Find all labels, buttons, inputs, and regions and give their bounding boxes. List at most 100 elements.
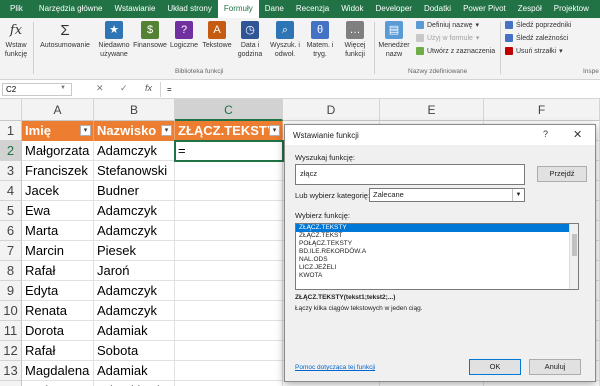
table-cell[interactable]: Magdalena: [22, 361, 94, 381]
scrollbar-thumb[interactable]: [572, 234, 577, 256]
define-name-button[interactable]: Definiuj nazwę ▾: [416, 21, 479, 29]
tab-developer[interactable]: Developer: [369, 0, 417, 18]
table-cell[interactable]: Renata: [22, 301, 94, 321]
trace-precedents-button[interactable]: Śledź poprzedniki: [505, 21, 571, 29]
logical-button[interactable]: ? Logiczne: [168, 21, 200, 50]
row-header-3[interactable]: 3: [0, 161, 22, 181]
filter-dropdown-icon[interactable]: ▾: [80, 125, 91, 136]
table-cell[interactable]: Franciszek: [22, 161, 94, 181]
tab-power-pivot[interactable]: Power Pivot: [457, 0, 512, 18]
function-list-item[interactable]: KWOTA: [296, 272, 578, 280]
table-cell[interactable]: Adamczyk: [94, 281, 175, 301]
tab-data[interactable]: Dane: [259, 0, 290, 18]
tab-team[interactable]: Zespół: [512, 0, 548, 18]
row-header-11[interactable]: 11: [0, 321, 22, 341]
tab-design[interactable]: Projektow: [548, 0, 595, 18]
table-cell[interactable]: Adamiak: [94, 321, 175, 341]
insert-function-button[interactable]: fx Wstaw funkcję: [2, 21, 30, 59]
tab-page-layout[interactable]: Układ strony: [161, 0, 217, 18]
table-cell[interactable]: Dorota: [22, 321, 94, 341]
lookup-button[interactable]: ⌕ Wyszuk. i odwoł.: [268, 21, 302, 59]
financial-button[interactable]: $ Finansowe: [133, 21, 167, 50]
date-time-button[interactable]: ◷ Data i godzina: [234, 21, 266, 59]
tab-review[interactable]: Recenzja: [290, 0, 335, 18]
table-cell[interactable]: Stefanowski: [94, 161, 175, 181]
chevron-down-icon[interactable]: ▼: [60, 85, 66, 91]
table-cell[interactable]: Adamczyk: [94, 201, 175, 221]
row-header-1[interactable]: 1: [0, 121, 22, 141]
table-header-cell[interactable]: ZŁĄCZ.TEKSTY ▾: [175, 121, 283, 141]
table-cell[interactable]: Sobota: [94, 341, 175, 361]
table-cell[interactable]: [175, 381, 283, 386]
table-cell[interactable]: [175, 321, 283, 341]
function-list-item[interactable]: ZŁĄCZ.TEKST: [296, 232, 578, 240]
column-header-f[interactable]: F: [484, 99, 600, 121]
tab-insert[interactable]: Wstawianie: [108, 0, 161, 18]
table-cell[interactable]: [175, 361, 283, 381]
column-header-e[interactable]: E: [380, 99, 484, 121]
table-cell[interactable]: Piesek: [94, 241, 175, 261]
table-cell[interactable]: [175, 301, 283, 321]
table-cell[interactable]: Jaroń: [94, 261, 175, 281]
filter-dropdown-icon[interactable]: ▾: [269, 125, 280, 136]
ok-button[interactable]: OK: [469, 359, 521, 375]
table-cell[interactable]: Marta: [22, 221, 94, 241]
table-cell[interactable]: Ewa: [22, 201, 94, 221]
table-cell[interactable]: [175, 161, 283, 181]
trace-dependents-button[interactable]: Śledź zależności: [505, 34, 568, 42]
tab-formulas[interactable]: Formuły: [217, 0, 259, 18]
row-header-2[interactable]: 2: [0, 141, 22, 161]
tab-file[interactable]: Plik: [0, 0, 33, 18]
function-list-item[interactable]: LICZ.JEŻELI: [296, 264, 578, 272]
row-header-14[interactable]: 14: [0, 381, 22, 386]
use-in-formula-button[interactable]: Użyj w formule ▾: [416, 34, 479, 42]
table-cell[interactable]: [175, 241, 283, 261]
tab-view[interactable]: Widok: [335, 0, 369, 18]
row-header-13[interactable]: 13: [0, 361, 22, 381]
table-cell[interactable]: Marcin: [22, 241, 94, 261]
table-cell[interactable]: Rafał: [22, 341, 94, 361]
go-button[interactable]: Przejdź: [537, 166, 587, 182]
function-list-item[interactable]: ZŁĄCZ.TEKSTY: [296, 224, 578, 232]
table-cell[interactable]: [175, 261, 283, 281]
table-cell[interactable]: Adamkiewicz: [94, 381, 175, 386]
filter-dropdown-icon[interactable]: ▾: [161, 125, 172, 136]
column-header-d[interactable]: D: [283, 99, 380, 121]
list-scrollbar[interactable]: [569, 224, 578, 289]
table-cell[interactable]: Edyta: [22, 281, 94, 301]
row-header-7[interactable]: 7: [0, 241, 22, 261]
select-all-corner[interactable]: [0, 99, 22, 121]
table-cell[interactable]: [175, 181, 283, 201]
fx-icon[interactable]: fx: [145, 83, 152, 93]
table-header-cell[interactable]: Nazwisko ▾: [94, 121, 175, 141]
category-select[interactable]: Zalecane ▼: [369, 188, 525, 202]
function-list-item[interactable]: BD.ILE.REKORDÓW.A: [296, 248, 578, 256]
formula-input[interactable]: =: [160, 82, 598, 97]
row-header-4[interactable]: 4: [0, 181, 22, 201]
function-list-item[interactable]: NAL.ODS: [296, 256, 578, 264]
row-header-10[interactable]: 10: [0, 301, 22, 321]
column-header-b[interactable]: B: [94, 99, 175, 121]
row-header-8[interactable]: 8: [0, 261, 22, 281]
function-list[interactable]: ZŁĄCZ.TEKSTY ZŁĄCZ.TEKST POŁĄCZ.TEKSTY B…: [295, 223, 579, 290]
more-functions-button[interactable]: … Więcej funkcji: [338, 21, 372, 59]
table-cell[interactable]: Adamiak: [94, 361, 175, 381]
recently-used-button[interactable]: ★ Niedawno używane: [96, 21, 132, 59]
function-list-item[interactable]: POŁĄCZ.TEKSTY: [296, 240, 578, 248]
table-cell[interactable]: Rafał: [22, 261, 94, 281]
table-cell[interactable]: Adamczyk: [94, 221, 175, 241]
row-header-12[interactable]: 12: [0, 341, 22, 361]
table-header-cell[interactable]: Imię ▾: [22, 121, 94, 141]
table-cell[interactable]: [175, 201, 283, 221]
table-cell[interactable]: Barbara: [22, 381, 94, 386]
cancel-icon[interactable]: ✕: [96, 83, 104, 94]
help-icon[interactable]: ?: [543, 129, 548, 139]
name-manager-button[interactable]: ▤ Menedżer nazw: [376, 21, 412, 59]
table-cell[interactable]: Budner: [94, 181, 175, 201]
cancel-button[interactable]: Anuluj: [529, 359, 581, 375]
table-cell[interactable]: Małgorzata: [22, 141, 94, 161]
search-function-input[interactable]: złącz: [295, 164, 525, 185]
close-icon[interactable]: ✕: [573, 128, 582, 141]
column-header-c[interactable]: C: [175, 99, 283, 121]
table-cell[interactable]: Adamczyk: [94, 301, 175, 321]
